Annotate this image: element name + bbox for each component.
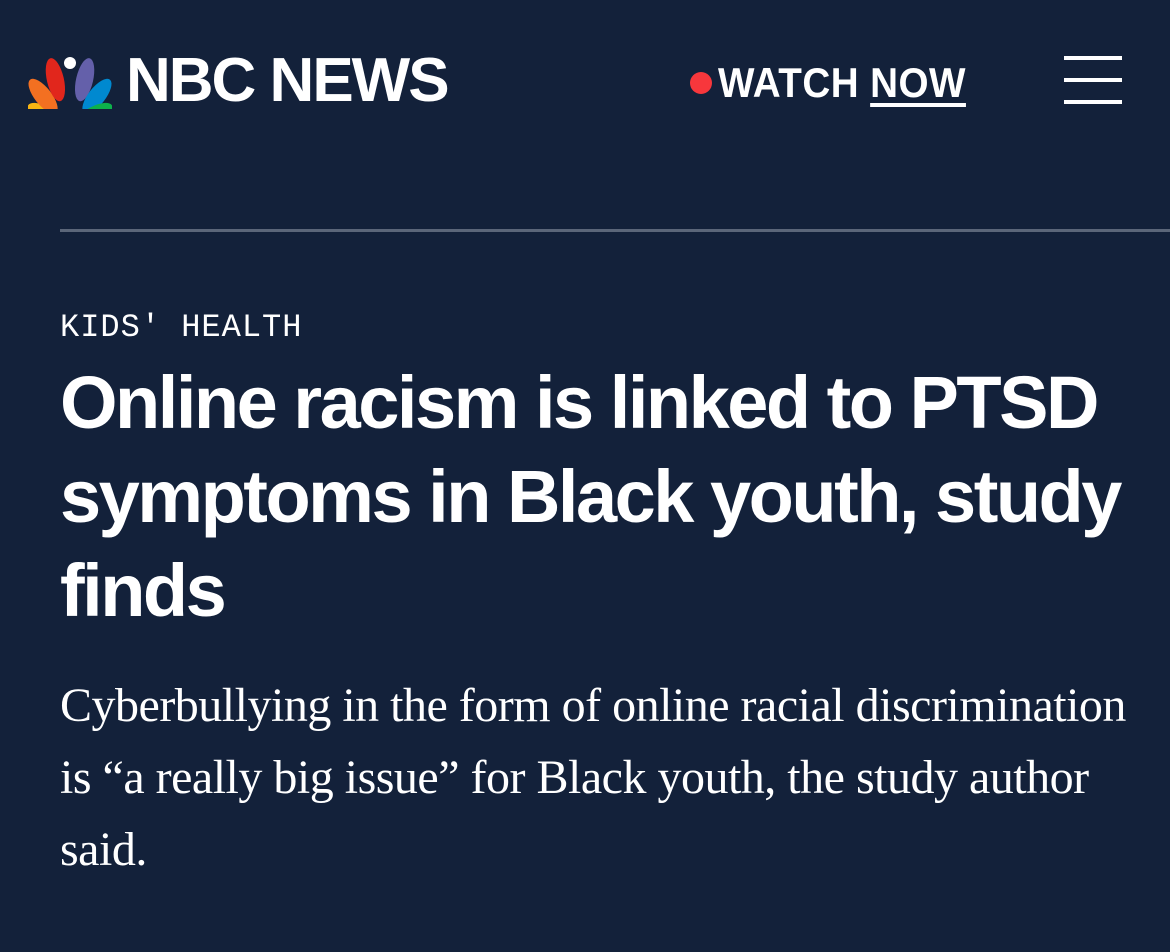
watch-now-button[interactable]: WATCH NOW bbox=[690, 58, 988, 108]
menu-bar bbox=[1064, 100, 1122, 104]
nbc-peacock-icon bbox=[28, 57, 112, 109]
brand-wordmark: NBC NEWS bbox=[126, 46, 450, 115]
menu-bar bbox=[1064, 78, 1122, 82]
site-header: NBC NEWS WATCH NOW bbox=[0, 0, 1170, 160]
article-headline: Online racism is linked to PTSD symptoms… bbox=[60, 361, 1122, 632]
hamburger-menu-icon[interactable] bbox=[1064, 56, 1122, 104]
now-label: NOW bbox=[870, 59, 966, 106]
watch-now-label: WATCH NOW bbox=[718, 58, 966, 108]
article-dek: Cyberbullying in the form of online raci… bbox=[60, 679, 1126, 876]
menu-bar bbox=[1064, 56, 1122, 60]
watch-label: WATCH bbox=[718, 59, 860, 106]
live-indicator-icon bbox=[690, 72, 712, 94]
header-divider bbox=[60, 229, 1170, 232]
category-link[interactable]: KIDS' HEALTH bbox=[60, 308, 302, 348]
nbc-news-logo-link[interactable]: NBC NEWS bbox=[28, 46, 450, 115]
